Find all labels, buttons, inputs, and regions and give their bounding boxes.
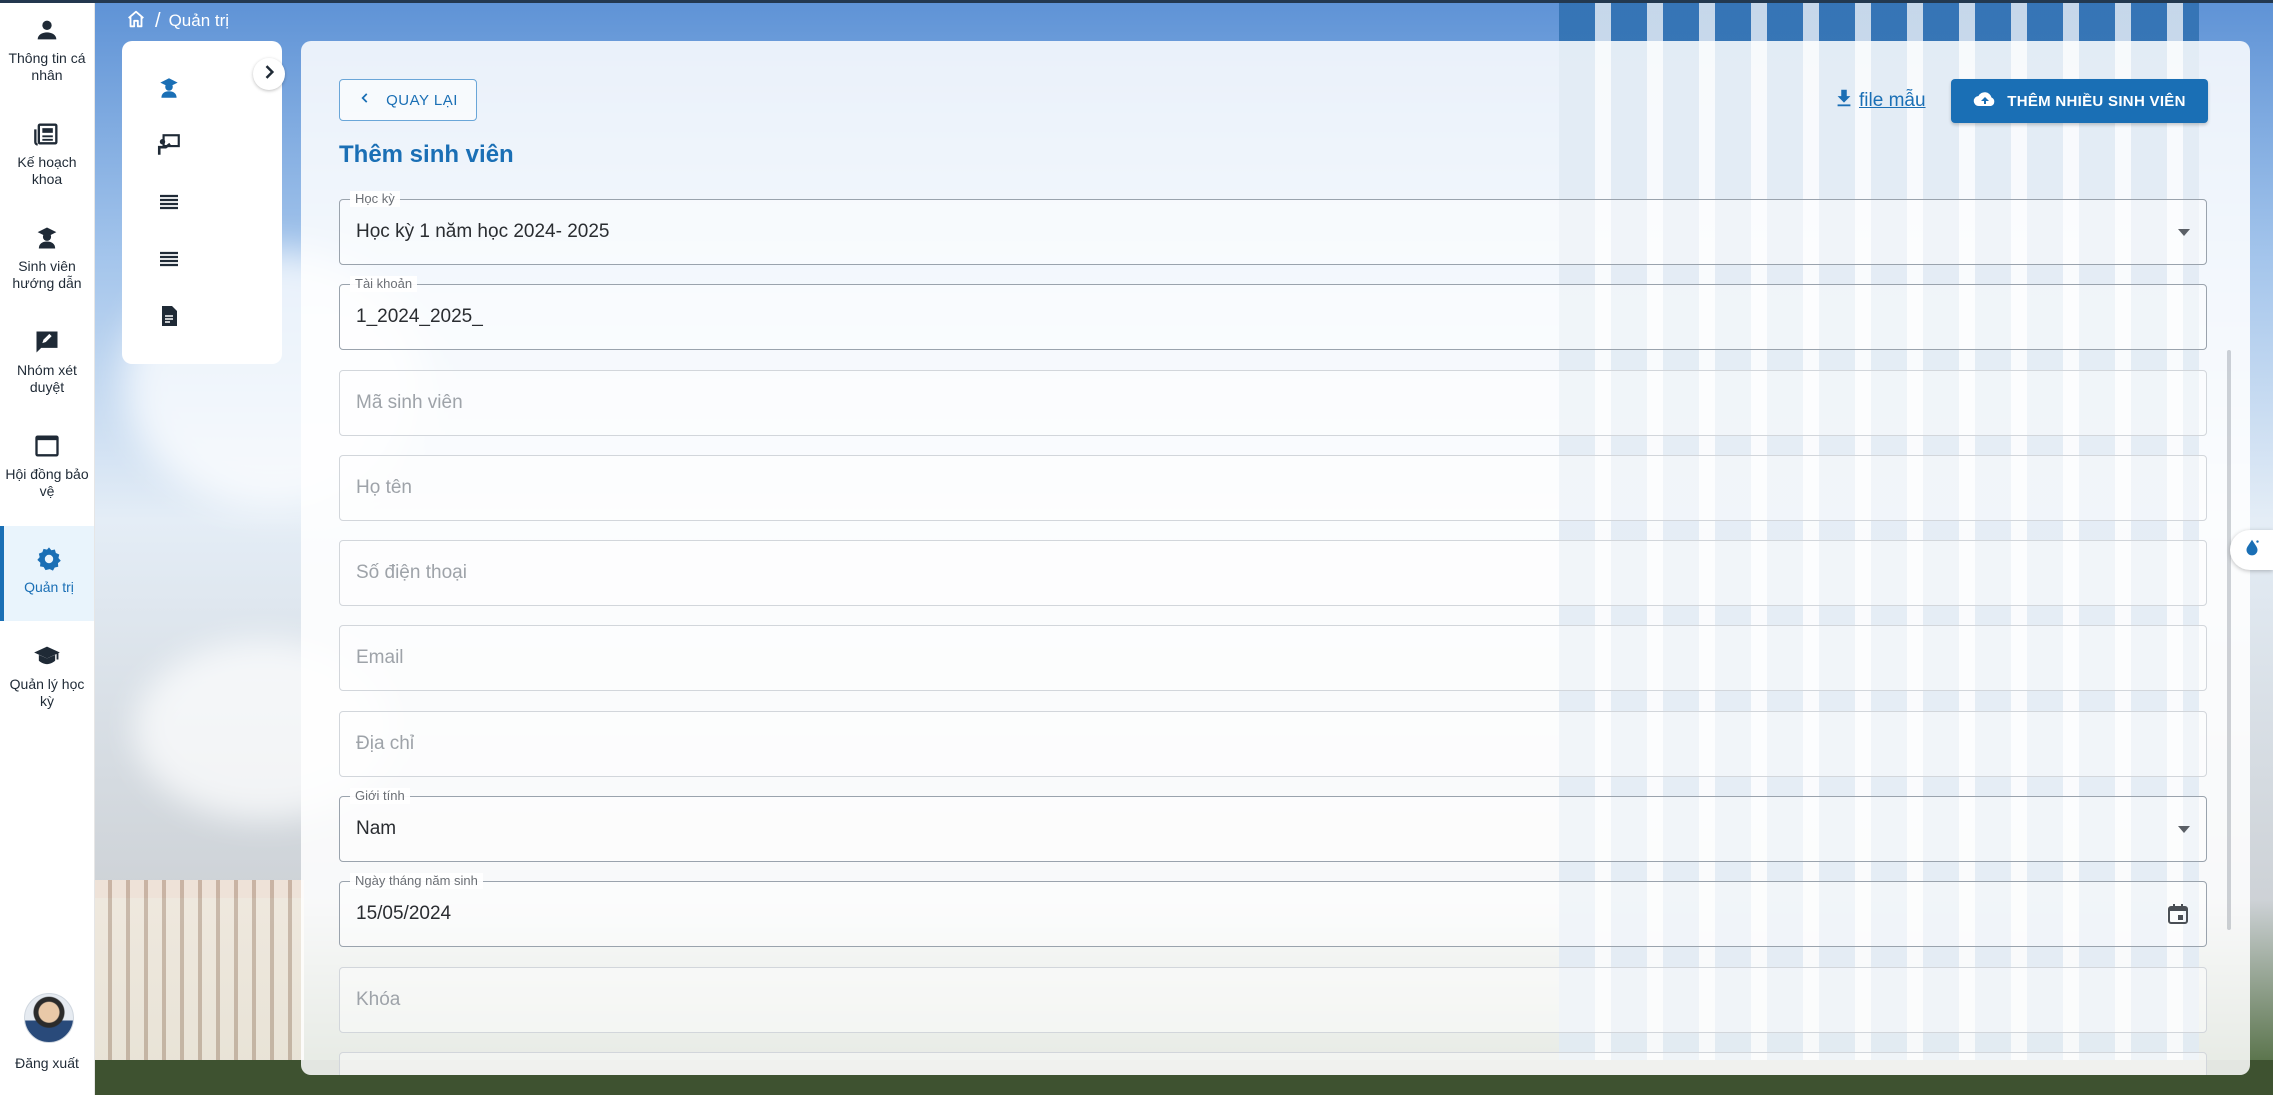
dob-value: 15/05/2024	[356, 903, 452, 924]
rail-item-admin[interactable]: Quản trị	[0, 526, 94, 621]
rate-review-icon	[33, 328, 61, 356]
full-name-placeholder: Họ tên	[356, 477, 412, 498]
page-title: Thêm sinh viên	[339, 141, 514, 168]
breadcrumb-current[interactable]: Quản trị	[169, 11, 229, 31]
email-placeholder: Email	[356, 647, 404, 668]
address-placeholder: Địa chỉ	[356, 733, 415, 754]
address-field[interactable]: Địa chỉ	[339, 711, 2207, 777]
rail-item-supervised-students[interactable]: Sinh viên hướng dẫn	[0, 224, 94, 292]
semester-select[interactable]: Học kỳ Học kỳ 1 năm học 2024- 2025	[339, 191, 2207, 265]
rail-item-label: Kế hoạch khoa	[17, 154, 77, 187]
full-name-field[interactable]: Họ tên	[339, 455, 2207, 521]
semester-label: Học kỳ	[350, 191, 400, 207]
semester-value: Học kỳ 1 năm học 2024- 2025	[356, 221, 610, 242]
rail-item-label: Sinh viên hướng dẫn	[12, 258, 82, 291]
newspaper-icon	[33, 120, 61, 148]
next-field[interactable]	[339, 1052, 2207, 1075]
gender-value: Nam	[356, 818, 397, 839]
rail-item-personal-info[interactable]: Thông tin cá nhân	[0, 16, 94, 84]
back-button-label: QUAY LẠI	[386, 91, 458, 109]
cloud-upload-icon	[1973, 87, 1997, 115]
email-field[interactable]: Email	[339, 625, 2207, 691]
add-student-card: QUAY LẠI file mẫu THÊM NHIỀU SINH VIÊN T…	[301, 41, 2250, 1075]
window-icon	[33, 432, 61, 460]
teacher-board-icon[interactable]	[152, 128, 186, 162]
person-icon	[33, 16, 61, 44]
student-icon	[33, 224, 61, 252]
rail-item-label: Hội đồng bảo vệ	[5, 466, 89, 499]
gender-select[interactable]: Giới tính Nam	[339, 788, 2207, 862]
gear-icon	[35, 545, 63, 573]
rail-item-label: Quản lý học kỳ	[9, 676, 85, 709]
rail-item-label: Nhóm xét duyệt	[17, 362, 77, 395]
dob-field[interactable]: Ngày tháng năm sinh 15/05/2024	[339, 873, 2207, 947]
account-field[interactable]: Tài khoản 1_2024_2025_	[339, 276, 2207, 350]
avatar[interactable]	[24, 993, 74, 1043]
rail-item-defense-council[interactable]: Hội đồng bảo vệ	[0, 432, 94, 500]
chevron-left-icon	[358, 91, 372, 109]
template-file-label: file mẫu	[1859, 90, 1926, 111]
rail-item-semester-management[interactable]: Quản lý học kỳ	[0, 642, 94, 710]
student-icon[interactable]	[152, 71, 186, 105]
list-icon[interactable]	[152, 185, 186, 219]
chevron-down-icon	[2178, 229, 2190, 236]
left-navigation-rail: Thông tin cá nhân Kế hoạch khoa Sinh viê…	[0, 0, 95, 1095]
dob-label: Ngày tháng năm sinh	[350, 873, 483, 889]
rail-item-label: Quản trị	[24, 579, 74, 595]
gender-label: Giới tính	[350, 788, 410, 804]
download-icon	[1833, 87, 1855, 115]
course-placeholder: Khóa	[356, 989, 401, 1010]
calendar-icon[interactable]	[2166, 902, 2190, 926]
phone-field[interactable]: Số điện thoại	[339, 540, 2207, 606]
document-icon[interactable]	[152, 299, 186, 333]
template-file-link[interactable]: file mẫu	[1833, 87, 1926, 115]
chevron-down-icon	[2178, 826, 2190, 833]
rail-item-label: Thông tin cá nhân	[8, 50, 86, 83]
rail-item-faculty-plan[interactable]: Kế hoạch khoa	[0, 120, 94, 188]
add-multiple-students-label: THÊM NHIỀU SINH VIÊN	[2007, 92, 2186, 110]
chevron-right-icon	[259, 62, 279, 87]
student-id-field[interactable]: Mã sinh viên	[339, 370, 2207, 436]
logout-button[interactable]: Đăng xuất	[0, 1055, 94, 1071]
account-label: Tài khoản	[350, 276, 418, 292]
scrollbar[interactable]	[2227, 350, 2231, 930]
account-value: 1_2024_2025_	[356, 306, 483, 327]
phone-placeholder: Số điện thoại	[356, 562, 467, 583]
admin-subnav-panel	[122, 41, 282, 364]
add-multiple-students-button[interactable]: THÊM NHIỀU SINH VIÊN	[1951, 79, 2208, 123]
top-edge	[0, 0, 2273, 3]
breadcrumb-separator: /	[155, 9, 161, 32]
breadcrumb: / Quản trị	[125, 10, 229, 32]
floating-tool-button[interactable]	[2230, 530, 2273, 570]
water-drop-icon	[2241, 537, 2263, 564]
list-icon[interactable]	[152, 242, 186, 276]
course-field[interactable]: Khóa	[339, 967, 2207, 1033]
back-button[interactable]: QUAY LẠI	[339, 79, 477, 121]
rail-item-review-group[interactable]: Nhóm xét duyệt	[0, 328, 94, 396]
graduation-cap-icon	[33, 642, 61, 670]
expand-panel-button[interactable]	[253, 58, 285, 90]
home-icon[interactable]	[125, 8, 147, 35]
student-id-placeholder: Mã sinh viên	[356, 392, 463, 413]
